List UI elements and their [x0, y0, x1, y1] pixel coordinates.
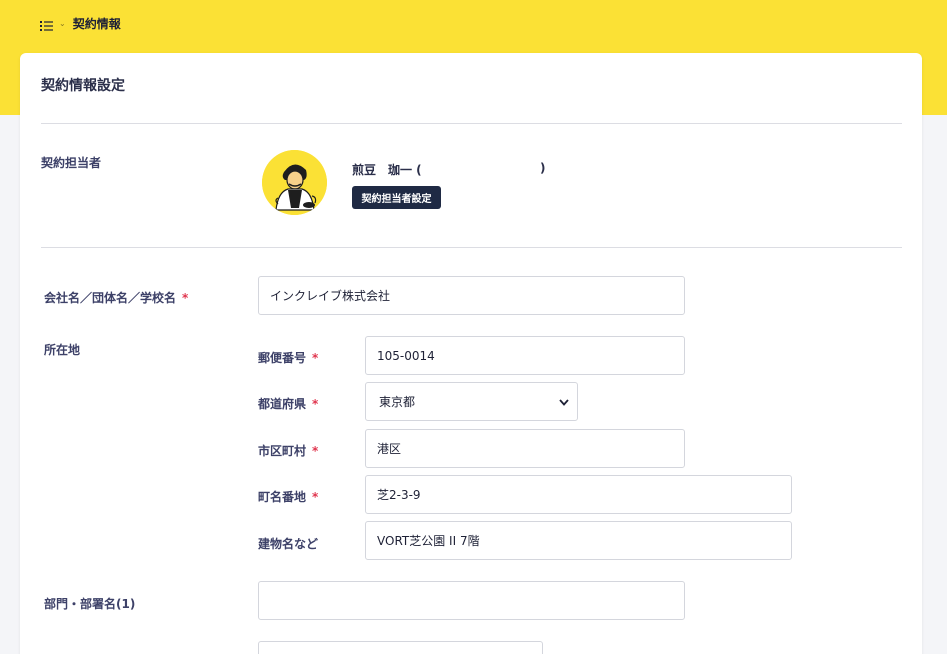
chevron-down-icon[interactable]: ⌄ [59, 19, 66, 28]
department-label: 部門・部署名(1) [44, 597, 136, 611]
list-icon[interactable] [40, 17, 53, 31]
required-mark: * [182, 291, 189, 305]
city-label: 市区町村 * [258, 442, 318, 459]
chevron-down-icon [559, 395, 569, 409]
postal-code-label-text: 郵便番号 [258, 351, 307, 365]
company-label-text: 会社名／団体名／学校名 [44, 291, 177, 305]
building-input[interactable]: VORT芝公園 II 7階 [365, 521, 792, 560]
required-mark: * [312, 397, 319, 411]
person-avatar-icon [262, 150, 327, 215]
company-name-input[interactable]: インクレイブ株式会社 [258, 276, 685, 315]
prefecture-select-value: 東京都 [379, 395, 416, 409]
owner-name: 煎豆 珈一 ( [352, 163, 422, 177]
city-label-text: 市区町村 [258, 444, 307, 458]
breadcrumb-title: 契約情報 [72, 16, 121, 31]
next-input[interactable] [258, 641, 543, 654]
owner-name-close: ) [540, 161, 546, 175]
breadcrumb: ⌄ 契約情報 [40, 14, 121, 32]
company-label: 会社名／団体名／学校名 * [44, 289, 188, 306]
owner-label: 契約担当者 [41, 156, 102, 170]
street-label: 町名番地 * [258, 488, 318, 505]
department-input[interactable] [258, 581, 685, 620]
postal-code-label: 郵便番号 * [258, 349, 318, 366]
postal-code-input[interactable]: 105-0014 [365, 336, 685, 375]
prefecture-label: 都道府県 * [258, 395, 318, 412]
street-input[interactable]: 芝2-3-9 [365, 475, 792, 514]
address-label: 所在地 [44, 343, 81, 357]
card-title: 契約情報設定 [41, 78, 125, 94]
divider [41, 123, 902, 124]
required-mark: * [312, 490, 319, 504]
divider [41, 247, 902, 248]
prefecture-select[interactable]: 東京都 [365, 382, 578, 421]
city-input[interactable]: 港区 [365, 429, 685, 468]
set-owner-button[interactable]: 契約担当者設定 [352, 186, 441, 209]
required-mark: * [312, 444, 319, 458]
street-label-text: 町名番地 [258, 490, 307, 504]
required-mark: * [312, 351, 319, 365]
prefecture-label-text: 都道府県 [258, 397, 307, 411]
building-label: 建物名など [258, 537, 319, 551]
contract-settings-card: 契約情報設定 契約担当者 煎豆 珈一 ( ) 契約担当者設定 会社名／団体名／学… [20, 53, 922, 654]
